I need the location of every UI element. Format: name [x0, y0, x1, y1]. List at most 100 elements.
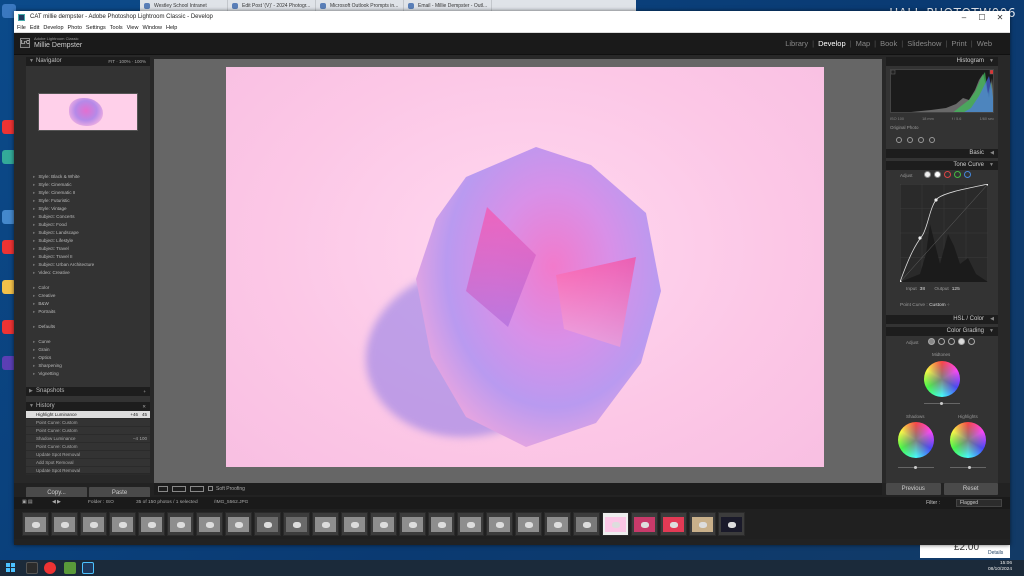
slider-knob[interactable]	[968, 466, 971, 469]
previous-button[interactable]: Previous	[886, 483, 941, 495]
clear-history-icon[interactable]: ✕	[142, 402, 146, 411]
history-row[interactable]: Highlight Luminance +46 45	[26, 411, 150, 419]
filmstrip-thumb[interactable]	[486, 512, 513, 536]
tone-curve-header[interactable]: Tone Curve ▼	[886, 161, 998, 170]
blue-channel-icon[interactable]	[964, 171, 971, 178]
preset-item[interactable]: Subject: Urban Architecture	[26, 261, 150, 269]
preset-group[interactable]: Grain	[26, 346, 150, 354]
preset-group[interactable]: Optics	[26, 354, 150, 362]
menu-tools[interactable]: Tools	[110, 24, 127, 32]
filmstrip-thumb[interactable]	[80, 512, 107, 536]
preset-group[interactable]: Creative	[26, 292, 150, 300]
app-taskbar-icon[interactable]	[64, 562, 76, 574]
filmstrip-thumb[interactable]	[631, 512, 658, 536]
basic-header[interactable]: Basic ◀	[886, 149, 998, 158]
filmstrip-thumb-selected[interactable]	[602, 512, 629, 536]
filter-select[interactable]: Flagged	[956, 499, 1002, 507]
filmstrip-source[interactable]: Folder : ISO	[88, 500, 114, 505]
preset-item[interactable]: Subject: Travel II	[26, 253, 150, 261]
filmstrip-thumb[interactable]	[283, 512, 310, 536]
preset-group[interactable]: Defaults	[26, 323, 150, 331]
filmstrip-thumb[interactable]	[167, 512, 194, 536]
menu-develop[interactable]: Develop	[43, 24, 67, 32]
filmstrip-thumb[interactable]	[312, 512, 339, 536]
history-row[interactable]: Shadow Luminance –4 100	[26, 435, 150, 443]
chrome-taskbar-icon[interactable]	[44, 562, 56, 574]
history-row[interactable]: Add Spot Removal	[26, 459, 150, 467]
hsl-header[interactable]: HSL / Color ◀	[886, 315, 998, 324]
lightroom-taskbar-icon[interactable]	[82, 562, 94, 574]
notification-details-link[interactable]: Details	[988, 550, 1003, 556]
filmstrip-thumb[interactable]	[109, 512, 136, 536]
filmstrip-thumb[interactable]	[544, 512, 571, 536]
navigator-zoom[interactable]: FIT · 100% · 100%	[108, 57, 146, 66]
history-header[interactable]: ▼ History ✕	[26, 402, 150, 411]
navigator-preview[interactable]	[38, 93, 138, 131]
three-way-icon[interactable]	[928, 338, 935, 345]
menu-window[interactable]: Window	[142, 24, 166, 32]
shadows-mode-icon[interactable]	[938, 338, 945, 345]
filmstrip-thumb[interactable]	[399, 512, 426, 536]
parametric-curve-icon[interactable]	[924, 171, 931, 178]
menu-help[interactable]: Help	[166, 24, 181, 32]
green-channel-icon[interactable]	[954, 171, 961, 178]
module-library[interactable]: Library	[781, 39, 812, 48]
grid-view-icon[interactable]: ▣ ▤	[22, 500, 32, 505]
start-button[interactable]	[6, 563, 16, 573]
menu-file[interactable]: File	[17, 24, 30, 32]
module-map[interactable]: Map	[852, 39, 875, 48]
module-book[interactable]: Book	[876, 39, 901, 48]
filmstrip-thumb[interactable]	[515, 512, 542, 536]
highlights-color-wheel[interactable]	[950, 422, 986, 458]
before-after-swap-icon[interactable]	[190, 486, 204, 492]
main-photo[interactable]	[226, 67, 824, 467]
filmstrip-thumb[interactable]	[51, 512, 78, 536]
soft-proofing-checkbox[interactable]	[208, 486, 213, 491]
highlights-mode-icon[interactable]	[958, 338, 965, 345]
loupe-view[interactable]	[154, 59, 882, 483]
history-row[interactable]: Update Spot Removal	[26, 467, 150, 475]
filmstrip-thumb[interactable]	[457, 512, 484, 536]
color-grading-header[interactable]: Color Grading ▼	[886, 327, 998, 336]
point-curve-select[interactable]: Point Curve : Custom ÷	[900, 303, 950, 308]
preset-group[interactable]: Portraits	[26, 308, 150, 316]
filmstrip-thumb[interactable]	[225, 512, 252, 536]
filmstrip-thumb[interactable]	[341, 512, 368, 536]
filmstrip-thumb[interactable]	[428, 512, 455, 536]
menu-edit[interactable]: Edit	[30, 24, 43, 32]
history-row[interactable]: Update Spot Removal	[26, 451, 150, 459]
preset-group[interactable]: Vignetting	[26, 370, 150, 378]
preset-group[interactable]: Sharpening	[26, 362, 150, 370]
histogram-header[interactable]: Histogram ▼	[886, 57, 998, 66]
preset-group[interactable]: Curve	[26, 338, 150, 346]
module-slideshow[interactable]: Slideshow	[903, 39, 945, 48]
loupe-view-icon[interactable]	[158, 486, 168, 492]
title-bar[interactable]: CAT millie dempster - Adobe Photoshop Li…	[14, 11, 1010, 24]
minimize-button[interactable]: –	[956, 12, 972, 23]
filmstrip-thumb[interactable]	[254, 512, 281, 536]
preset-item[interactable]: Subject: Food	[26, 221, 150, 229]
global-mode-icon[interactable]	[968, 338, 975, 345]
module-print[interactable]: Print	[947, 39, 970, 48]
navigator-header[interactable]: ▼ Navigator FIT · 100% · 100%	[26, 57, 150, 66]
tone-curve-graph[interactable]	[900, 184, 988, 282]
filmstrip-thumb[interactable]	[718, 512, 745, 536]
preset-group[interactable]: B&W	[26, 300, 150, 308]
filmstrip-thumb[interactable]	[689, 512, 716, 536]
menu-view[interactable]: View	[127, 24, 143, 32]
filmstrip-thumb[interactable]	[660, 512, 687, 536]
preset-item[interactable]: Style: Futuristic	[26, 197, 150, 205]
module-develop[interactable]: Develop	[814, 39, 850, 48]
filmstrip-thumb[interactable]	[196, 512, 223, 536]
preset-item[interactable]: Style: Black & White	[26, 173, 150, 181]
filmstrip-thumb[interactable]	[22, 512, 49, 536]
preset-item[interactable]: Subject: Landscape	[26, 229, 150, 237]
red-eye-icon[interactable]	[918, 137, 924, 143]
add-snapshot-icon[interactable]: +	[143, 387, 146, 396]
masking-icon[interactable]	[929, 137, 935, 143]
histogram[interactable]	[890, 69, 994, 113]
filmstrip-thumb[interactable]	[573, 512, 600, 536]
preset-group[interactable]: Color	[26, 284, 150, 292]
filmstrip-thumb[interactable]	[138, 512, 165, 536]
midtones-mode-icon[interactable]	[948, 338, 955, 345]
